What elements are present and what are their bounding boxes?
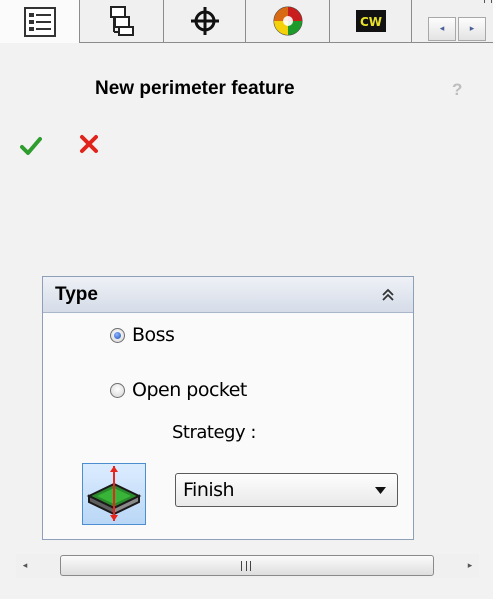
type-group-header[interactable]: Type: [43, 277, 413, 313]
horizontal-scrollbar[interactable]: ◂ ▸: [16, 554, 479, 578]
radio-button-open-pocket[interactable]: [110, 382, 125, 398]
tab-property-manager[interactable]: [80, 0, 164, 42]
strategy-preview-icon: [82, 463, 146, 525]
strategy-select-value: Finish: [183, 479, 235, 501]
tab-configuration-manager[interactable]: [164, 0, 246, 42]
type-group-title: Type: [55, 284, 98, 305]
strategy-select[interactable]: Finish: [175, 473, 398, 507]
scroll-left-arrow-icon[interactable]: ◂: [20, 560, 30, 572]
strategy-label: Strategy :: [172, 422, 256, 443]
radio-boss-label: Boss: [132, 324, 175, 346]
panel-resize-grip[interactable]: [484, 0, 492, 3]
crosshair-icon: [190, 7, 219, 35]
panel-title: New perimeter feature: [95, 78, 295, 99]
scrollbar-grip-icon: [241, 561, 251, 571]
tab-scroll-left-button[interactable]: ◂: [428, 17, 456, 41]
type-group: Type Boss Open pocket Strategy : Finish: [42, 276, 414, 540]
help-icon[interactable]: ?: [452, 80, 462, 100]
dropdown-arrow-icon: [375, 487, 386, 494]
radio-open-pocket[interactable]: Open pocket: [110, 379, 247, 401]
property-manager-icon: [109, 6, 134, 36]
radio-selected-dot: [114, 331, 121, 339]
collapse-chevron-icon[interactable]: [381, 288, 395, 302]
cancel-x-icon[interactable]: [79, 134, 99, 154]
svg-text:CW: CW: [359, 15, 381, 29]
feature-tree-icon: [23, 6, 56, 37]
radio-button-boss[interactable]: [110, 327, 125, 343]
scrollbar-thumb[interactable]: [60, 555, 434, 576]
ok-checkmark-icon[interactable]: [20, 136, 42, 156]
tab-scroll-right-button[interactable]: ▸: [458, 17, 486, 41]
tab-camworks[interactable]: CW: [330, 0, 412, 42]
radio-boss[interactable]: Boss: [110, 324, 175, 346]
scroll-right-arrow-icon[interactable]: ▸: [465, 560, 475, 572]
camworks-icon: CW: [355, 10, 386, 32]
radio-open-pocket-label: Open pocket: [132, 379, 247, 401]
tab-display-manager[interactable]: [246, 0, 330, 42]
tab-scroll-buttons: ◂ ▸: [428, 17, 488, 43]
perimeter-finish-icon: [86, 466, 142, 521]
manager-tab-strip: CW ◂ ▸: [0, 0, 493, 43]
tab-feature-tree[interactable]: [0, 0, 80, 43]
appearance-ball-icon: [273, 6, 302, 36]
